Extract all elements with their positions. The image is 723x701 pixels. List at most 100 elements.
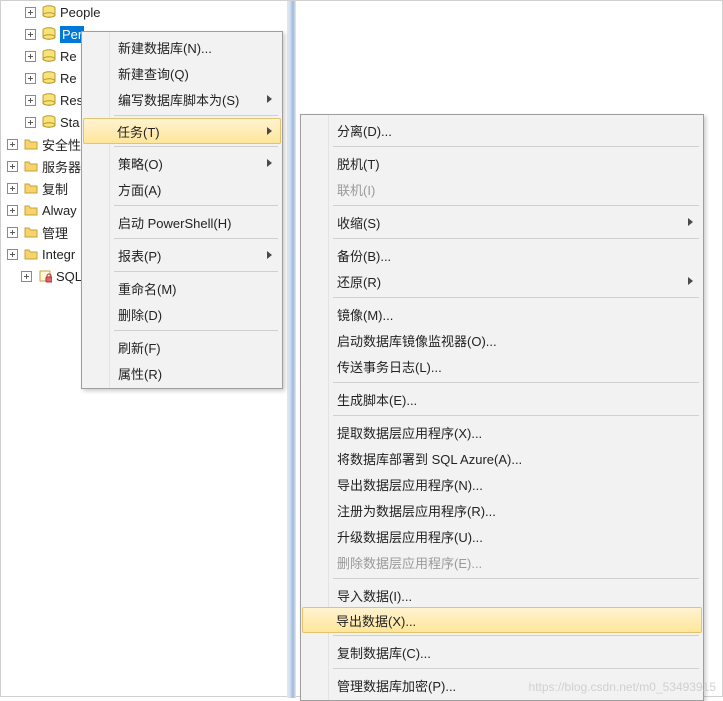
menu-item-label: 联机(I) <box>337 180 375 199</box>
expand-icon[interactable] <box>25 73 36 84</box>
menu-item[interactable]: 重命名(M) <box>84 275 280 301</box>
menu-item-label: 重命名(M) <box>118 279 177 298</box>
context-submenu-tasks[interactable]: 分离(D)... 脱机(T) 联机(I) 收缩(S) 备份(B)... 还原(R) 镜像(M… <box>300 114 704 701</box>
agent-icon <box>38 269 52 283</box>
folder-icon <box>24 247 38 261</box>
chevron-right-icon <box>267 159 272 167</box>
expand-icon[interactable] <box>7 183 18 194</box>
chevron-right-icon <box>688 277 693 285</box>
menu-item-label: 导出数据(X)... <box>336 611 416 630</box>
menu-item-label: 复制数据库(C)... <box>337 643 431 662</box>
expand-icon[interactable] <box>7 227 18 238</box>
expand-icon[interactable] <box>25 117 36 128</box>
menu-separator <box>333 297 699 298</box>
database-icon <box>42 115 56 129</box>
chevron-right-icon <box>267 127 272 135</box>
menu-item-label: 编写数据库脚本为(S) <box>118 90 239 109</box>
expand-icon[interactable] <box>25 51 36 62</box>
tree-item-label: Res <box>60 93 83 108</box>
menu-separator <box>333 578 699 579</box>
menu-item[interactable]: 任务(T) <box>83 118 281 144</box>
menu-separator <box>114 238 278 239</box>
divider-strip <box>287 1 296 698</box>
menu-item[interactable]: 提取数据层应用程序(X)... <box>303 419 701 445</box>
menu-separator <box>333 668 699 669</box>
menu-item-label: 新建查询(Q) <box>118 64 189 83</box>
menu-item-label: 刷新(F) <box>118 338 161 357</box>
menu-item[interactable]: 注册为数据层应用程序(R)... <box>303 497 701 523</box>
tree-item-label: Integr <box>42 247 75 262</box>
menu-item[interactable]: 导出数据(X)... <box>302 607 702 633</box>
menu-item[interactable]: 将数据库部署到 SQL Azure(A)... <box>303 445 701 471</box>
menu-item[interactable]: 还原(R) <box>303 268 701 294</box>
menu-item[interactable]: 导入数据(I)... <box>303 582 701 608</box>
menu-item[interactable]: 新建查询(Q) <box>84 60 280 86</box>
menu-item[interactable]: 备份(B)... <box>303 242 701 268</box>
menu-item[interactable]: 方面(A) <box>84 176 280 202</box>
menu-item-label: 启动数据库镜像监视器(O)... <box>337 331 497 350</box>
tree-item-label: Re <box>60 71 77 86</box>
menu-separator <box>114 205 278 206</box>
folder-icon <box>24 181 38 195</box>
menu-item-label: 任务(T) <box>117 122 160 141</box>
expand-icon[interactable] <box>21 271 32 282</box>
menu-item-label: 脱机(T) <box>337 154 380 173</box>
folder-icon <box>24 225 38 239</box>
tree-item-label: 安全性 <box>42 135 81 154</box>
expand-icon[interactable] <box>25 95 36 106</box>
menu-item[interactable]: 脱机(T) <box>303 150 701 176</box>
menu-item[interactable]: 复制数据库(C)... <box>303 639 701 665</box>
expand-icon[interactable] <box>25 29 36 40</box>
menu-separator <box>333 415 699 416</box>
menu-separator <box>333 146 699 147</box>
menu-item[interactable]: 策略(O) <box>84 150 280 176</box>
menu-item-label: 收缩(S) <box>337 213 380 232</box>
database-icon <box>42 49 56 63</box>
tree-item-label: Alway <box>42 203 77 218</box>
expand-icon[interactable] <box>25 7 36 18</box>
menu-item[interactable]: 删除(D) <box>84 301 280 327</box>
menu-item-label: 方面(A) <box>118 180 161 199</box>
expand-icon[interactable] <box>7 139 18 150</box>
folder-icon <box>24 137 38 151</box>
menu-item[interactable]: 导出数据层应用程序(N)... <box>303 471 701 497</box>
menu-item-label: 备份(B)... <box>337 246 391 265</box>
menu-item[interactable]: 收缩(S) <box>303 209 701 235</box>
menu-item[interactable]: 升级数据层应用程序(U)... <box>303 523 701 549</box>
menu-item[interactable]: 启动 PowerShell(H) <box>84 209 280 235</box>
menu-item[interactable]: 属性(R) <box>84 360 280 386</box>
expand-icon[interactable] <box>7 249 18 260</box>
menu-item-label: 升级数据层应用程序(U)... <box>337 527 483 546</box>
menu-item[interactable]: 刷新(F) <box>84 334 280 360</box>
tree-item-label: Sta <box>60 115 80 130</box>
menu-item[interactable]: 生成脚本(E)... <box>303 386 701 412</box>
tree-item[interactable]: People <box>1 1 291 23</box>
chevron-right-icon <box>267 251 272 259</box>
menu-item[interactable]: 传送事务日志(L)... <box>303 353 701 379</box>
menu-item[interactable]: 启动数据库镜像监视器(O)... <box>303 327 701 353</box>
menu-item[interactable]: 镜像(M)... <box>303 301 701 327</box>
folder-icon <box>24 203 38 217</box>
menu-item-label: 删除数据层应用程序(E)... <box>337 553 482 572</box>
menu-item[interactable]: 分离(D)... <box>303 117 701 143</box>
expand-icon[interactable] <box>7 205 18 216</box>
menu-separator <box>114 271 278 272</box>
context-menu-database[interactable]: 新建数据库(N)... 新建查询(Q) 编写数据库脚本为(S) 任务(T) 策略(O) 方… <box>81 31 283 389</box>
menu-item-label: 新建数据库(N)... <box>118 38 212 57</box>
chevron-right-icon <box>688 218 693 226</box>
watermark: https://blog.csdn.net/m0_53493915 <box>529 680 716 694</box>
database-icon <box>42 27 56 41</box>
menu-item-label: 注册为数据层应用程序(R)... <box>337 501 496 520</box>
tree-item-label: 服务器 <box>42 157 81 176</box>
menu-separator <box>333 382 699 383</box>
tree-item-label: People <box>60 5 100 20</box>
expand-icon[interactable] <box>7 161 18 172</box>
menu-item[interactable]: 编写数据库脚本为(S) <box>84 86 280 112</box>
menu-item-label: 导入数据(I)... <box>337 586 412 605</box>
menu-separator <box>114 146 278 147</box>
menu-item-label: 属性(R) <box>118 364 162 383</box>
menu-item[interactable]: 新建数据库(N)... <box>84 34 280 60</box>
menu-item: 联机(I) <box>303 176 701 202</box>
folder-icon <box>24 159 38 173</box>
menu-item[interactable]: 报表(P) <box>84 242 280 268</box>
